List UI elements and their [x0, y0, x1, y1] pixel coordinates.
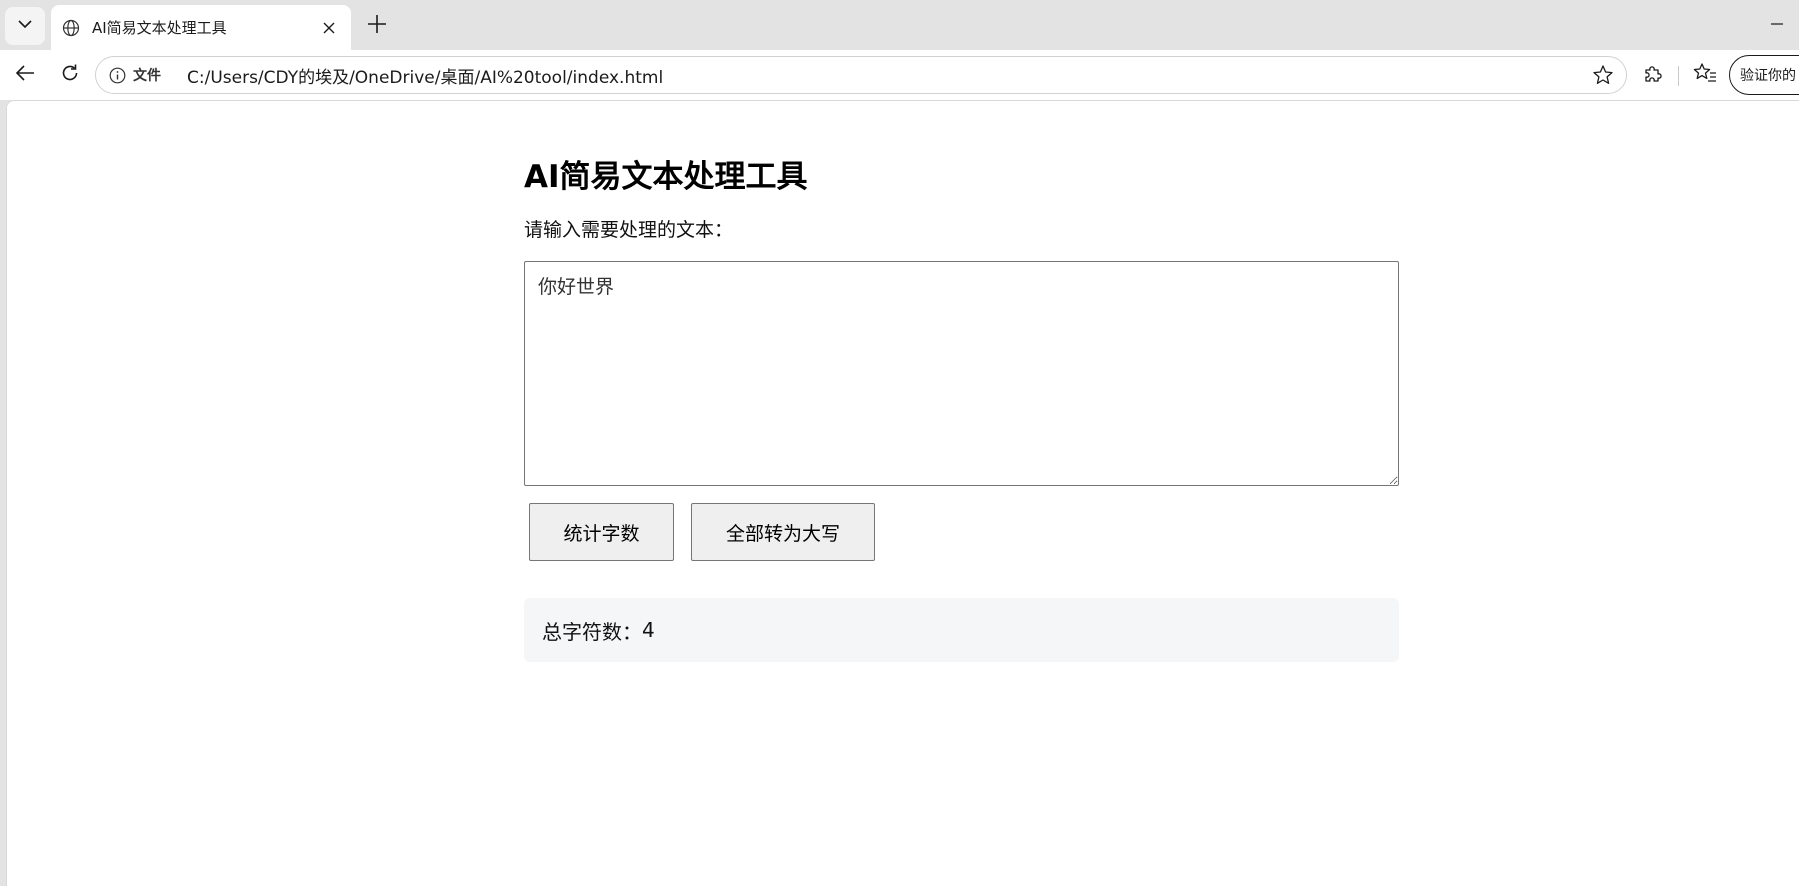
new-tab-button[interactable] — [361, 10, 393, 42]
profile-button[interactable]: 验证你的 — [1729, 55, 1799, 95]
plus-icon — [367, 14, 387, 38]
browser-toolbar: 文件 C:/Users/CDY的埃及/OneDrive/桌面/AI%20tool… — [0, 50, 1799, 100]
result-label: 总字符数： — [542, 619, 642, 644]
arrow-left-icon — [14, 62, 36, 88]
scheme-label: 文件 — [133, 68, 161, 84]
to-uppercase-button[interactable]: 全部转为大写 — [691, 503, 875, 561]
count-chars-button[interactable]: 统计字数 — [529, 503, 674, 561]
tab-strip: AI简易文本处理工具 — [0, 0, 1799, 50]
prompt-label: 请输入需要处理的文本： — [524, 219, 734, 241]
minimize-button[interactable] — [1762, 10, 1792, 40]
page-title: AI简易文本处理工具 — [524, 159, 808, 195]
favorites-button[interactable] — [1689, 59, 1721, 91]
tab-title: AI简易文本处理工具 — [92, 19, 227, 37]
url-text[interactable]: C:/Users/CDY的埃及/OneDrive/桌面/AI%20tool/in… — [187, 63, 1588, 88]
close-icon[interactable] — [315, 14, 343, 42]
back-button[interactable] — [9, 59, 41, 91]
address-bar[interactable]: 文件 C:/Users/CDY的埃及/OneDrive/桌面/AI%20tool… — [95, 56, 1627, 94]
active-tab[interactable]: AI简易文本处理工具 — [51, 5, 351, 50]
page-viewport: AI简易文本处理工具 请输入需要处理的文本： 统计字数 全部转为大写 总字符数：… — [6, 100, 1799, 886]
chevron-down-icon — [17, 16, 33, 36]
toolbar-divider — [1678, 66, 1679, 86]
favorites-icon — [1693, 62, 1717, 88]
puzzle-icon — [1642, 62, 1664, 88]
star-icon[interactable] — [1588, 60, 1618, 90]
result-box: 总字符数： 4 — [524, 598, 1399, 662]
info-icon[interactable] — [107, 65, 127, 85]
extensions-button[interactable] — [1637, 59, 1669, 91]
globe-icon — [60, 17, 82, 39]
minimize-icon — [1770, 16, 1784, 35]
reload-icon — [60, 63, 80, 87]
tab-actions-menu-button[interactable] — [5, 7, 45, 45]
result-value: 4 — [642, 618, 655, 642]
reload-button[interactable] — [54, 59, 86, 91]
text-input[interactable] — [524, 261, 1399, 486]
